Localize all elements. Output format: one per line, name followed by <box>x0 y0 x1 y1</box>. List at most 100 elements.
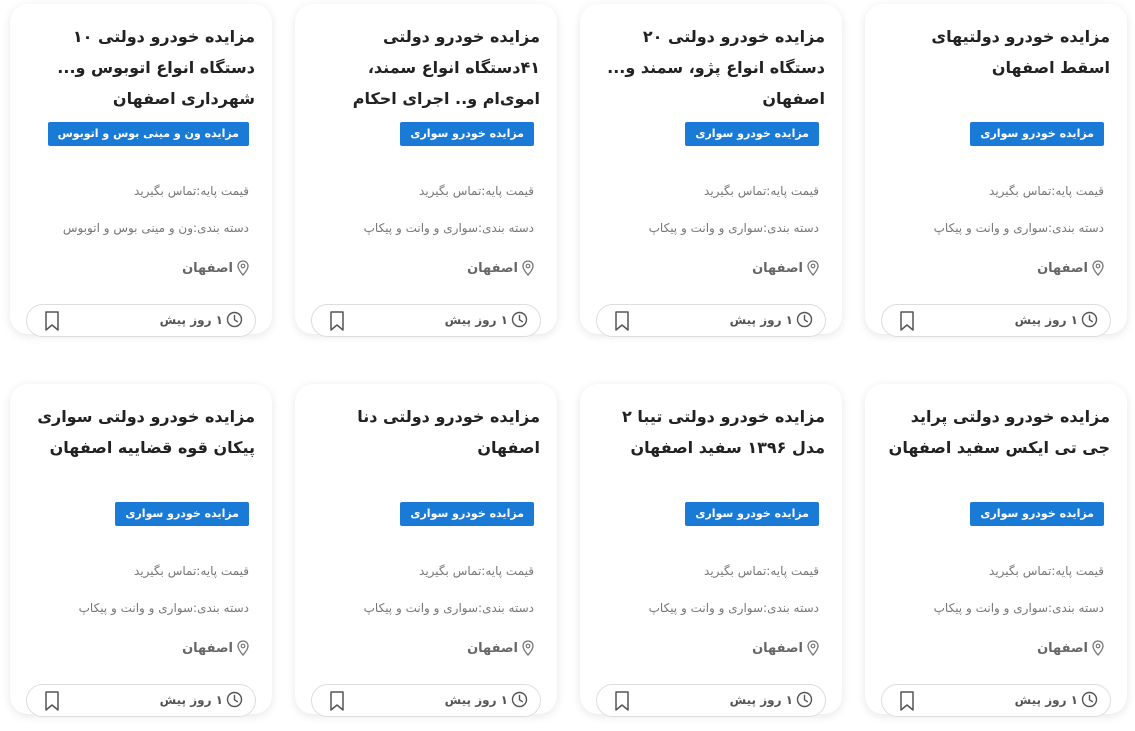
listing-title[interactable]: مزایده خودرو دولتی تیبا ۲ مدل ۱۳۹۶ سفید … <box>594 401 825 463</box>
listing-title[interactable]: مزایده خودرو دولتی پراید جی تی ایکس سفید… <box>879 401 1110 463</box>
posted-time: ۱ روز پیش <box>1015 311 1098 328</box>
map-pin-icon <box>522 260 534 276</box>
location: اصفهان <box>1037 260 1104 276</box>
category-label: دسته بندی:سواری و وانت و پیکاپ <box>648 601 819 615</box>
category-label: دسته بندی:سواری و وانت و پیکاپ <box>933 221 1104 235</box>
location: اصفهان <box>752 260 819 276</box>
map-pin-icon <box>807 260 819 276</box>
bookmark-icon[interactable] <box>899 691 915 711</box>
clock-icon <box>796 311 813 328</box>
listing-title[interactable]: مزایده خودرو دولتیهای اسقط اصفهان <box>879 21 1110 83</box>
posted-time: ۱ روز پیش <box>445 691 528 708</box>
posted-time-label: ۱ روز پیش <box>1014 312 1078 327</box>
posted-time: ۱ روز پیش <box>1015 691 1098 708</box>
posted-time: ۱ روز پیش <box>730 311 813 328</box>
card-footer: ۱ روز پیش <box>311 304 541 337</box>
location: اصفهان <box>182 640 249 656</box>
location-label: اصفهان <box>1037 260 1088 276</box>
base-price: قیمت پایه:تماس بگیرید <box>134 564 249 578</box>
bookmark-icon[interactable] <box>614 691 630 711</box>
category-badge[interactable]: مزایده خودرو سواری <box>685 502 819 526</box>
listing-title[interactable]: مزایده خودرو دولتی ۴۱دستگاه انواع سمند، … <box>309 21 540 114</box>
map-pin-icon <box>1092 640 1104 656</box>
posted-time-label: ۱ روز پیش <box>159 692 223 707</box>
map-pin-icon <box>1092 260 1104 276</box>
listing-card[interactable]: مزایده خودرو دولتی سواری پیکان قوه قضایی… <box>10 384 272 717</box>
posted-time: ۱ روز پیش <box>160 691 243 708</box>
listing-title[interactable]: مزایده خودرو دولتی سواری پیکان قوه قضایی… <box>24 401 255 463</box>
clock-icon <box>511 691 528 708</box>
base-price: قیمت پایه:تماس بگیرید <box>704 564 819 578</box>
location: اصفهان <box>467 640 534 656</box>
bookmark-icon[interactable] <box>44 691 60 711</box>
listing-title[interactable]: مزایده خودرو دولتی دنا اصفهان <box>309 401 540 463</box>
category-badge[interactable]: مزایده خودرو سواری <box>400 122 534 146</box>
location-label: اصفهان <box>182 640 233 656</box>
posted-time: ۱ روز پیش <box>160 311 243 328</box>
card-footer: ۱ روز پیش <box>596 304 826 337</box>
listing-card[interactable]: مزایده خودرو دولتیهای اسقط اصفهان مزایده… <box>865 4 1127 337</box>
posted-time: ۱ روز پیش <box>445 311 528 328</box>
bookmark-icon[interactable] <box>899 311 915 331</box>
bookmark-icon[interactable] <box>44 311 60 331</box>
category-badge[interactable]: مزایده خودرو سواری <box>970 502 1104 526</box>
map-pin-icon <box>237 640 249 656</box>
clock-icon <box>226 691 243 708</box>
base-price: قیمت پایه:تماس بگیرید <box>704 184 819 198</box>
base-price: قیمت پایه:تماس بگیرید <box>419 184 534 198</box>
category-badge[interactable]: مزایده ون و مینی بوس و اتوبوس <box>47 122 249 146</box>
listing-card[interactable]: مزایده خودرو دولتی پراید جی تی ایکس سفید… <box>865 384 1127 717</box>
category-badge[interactable]: مزایده خودرو سواری <box>685 122 819 146</box>
map-pin-icon <box>522 640 534 656</box>
location: اصفهان <box>1037 640 1104 656</box>
category-badge[interactable]: مزایده خودرو سواری <box>115 502 249 526</box>
posted-time-label: ۱ روز پیش <box>444 692 508 707</box>
location-label: اصفهان <box>467 640 518 656</box>
listing-card[interactable]: مزایده خودرو دولتی تیبا ۲ مدل ۱۳۹۶ سفید … <box>580 384 842 717</box>
clock-icon <box>1081 311 1098 328</box>
posted-time-label: ۱ روز پیش <box>729 692 793 707</box>
card-footer: ۱ روز پیش <box>881 684 1111 717</box>
base-price: قیمت پایه:تماس بگیرید <box>134 184 249 198</box>
clock-icon <box>1081 691 1098 708</box>
category-label: دسته بندی:سواری و وانت و پیکاپ <box>363 601 534 615</box>
bookmark-icon[interactable] <box>329 691 345 711</box>
card-footer: ۱ روز پیش <box>596 684 826 717</box>
clock-icon <box>511 311 528 328</box>
location-label: اصفهان <box>752 640 803 656</box>
location: اصفهان <box>752 640 819 656</box>
category-badge[interactable]: مزایده خودرو سواری <box>970 122 1104 146</box>
card-footer: ۱ روز پیش <box>26 684 256 717</box>
category-label: دسته بندی:ون و مینی بوس و اتوبوس <box>62 221 249 235</box>
posted-time-label: ۱ روز پیش <box>1014 692 1078 707</box>
listing-card[interactable]: مزایده خودرو دولتی ۲۰ دستگاه انواع پژو، … <box>580 4 842 337</box>
card-footer: ۱ روز پیش <box>26 304 256 337</box>
location-label: اصفهان <box>467 260 518 276</box>
bookmark-icon[interactable] <box>614 311 630 331</box>
category-label: دسته بندی:سواری و وانت و پیکاپ <box>933 601 1104 615</box>
posted-time: ۱ روز پیش <box>730 691 813 708</box>
category-badge[interactable]: مزایده خودرو سواری <box>400 502 534 526</box>
posted-time-label: ۱ روز پیش <box>444 312 508 327</box>
listing-title[interactable]: مزایده خودرو دولتی ۱۰ دستگاه انواع اتوبو… <box>24 21 255 114</box>
category-label: دسته بندی:سواری و وانت و پیکاپ <box>78 601 249 615</box>
listing-grid: مزایده خودرو دولتیهای اسقط اصفهان مزایده… <box>0 0 1135 731</box>
map-pin-icon <box>237 260 249 276</box>
card-footer: ۱ روز پیش <box>311 684 541 717</box>
location: اصفهان <box>182 260 249 276</box>
card-footer: ۱ روز پیش <box>881 304 1111 337</box>
location-label: اصفهان <box>1037 640 1088 656</box>
listing-card[interactable]: مزایده خودرو دولتی ۱۰ دستگاه انواع اتوبو… <box>10 4 272 337</box>
listing-card[interactable]: مزایده خودرو دولتی دنا اصفهان مزایده خود… <box>295 384 557 717</box>
bookmark-icon[interactable] <box>329 311 345 331</box>
category-label: دسته بندی:سواری و وانت و پیکاپ <box>648 221 819 235</box>
listing-title[interactable]: مزایده خودرو دولتی ۲۰ دستگاه انواع پژو، … <box>594 21 825 114</box>
clock-icon <box>796 691 813 708</box>
location-label: اصفهان <box>752 260 803 276</box>
map-pin-icon <box>807 640 819 656</box>
posted-time-label: ۱ روز پیش <box>729 312 793 327</box>
location-label: اصفهان <box>182 260 233 276</box>
clock-icon <box>226 311 243 328</box>
listing-card[interactable]: مزایده خودرو دولتی ۴۱دستگاه انواع سمند، … <box>295 4 557 337</box>
location: اصفهان <box>467 260 534 276</box>
